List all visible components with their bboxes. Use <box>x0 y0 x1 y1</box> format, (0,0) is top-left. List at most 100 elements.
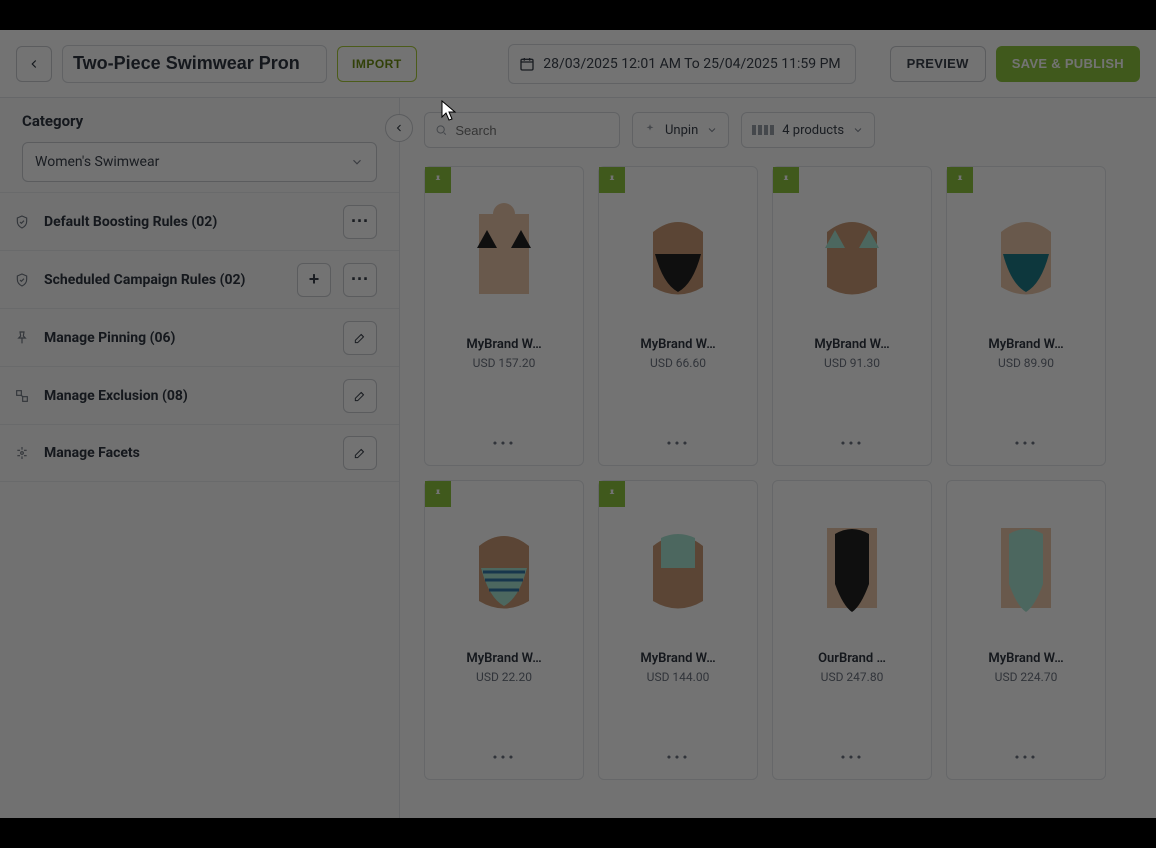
more-button[interactable]: ··· <box>343 263 377 297</box>
product-card[interactable]: MyBrand W… USD 22.20 ··· <box>424 480 584 780</box>
search-input-wrap[interactable] <box>424 112 620 148</box>
search-input[interactable] <box>455 123 609 138</box>
grid-density-icon <box>752 125 774 135</box>
unpin-dropdown[interactable]: Unpin <box>632 112 729 148</box>
product-grid: MyBrand W… USD 157.20 ··· MyBrand W… USD 66.… <box>424 166 1132 780</box>
pin-icon <box>780 174 792 186</box>
body: Category Women's Swimwear Default Boosti… <box>0 98 1156 818</box>
product-more-button[interactable]: ··· <box>599 421 757 465</box>
rule-row[interactable]: Default Boosting Rules (02) ··· <box>0 192 399 250</box>
product-price: USD 22.20 <box>425 670 583 684</box>
product-price: USD 91.30 <box>773 356 931 370</box>
product-more-button[interactable]: ··· <box>773 421 931 465</box>
header: IMPORT 28/03/2025 12:01 AM To 25/04/2025… <box>0 30 1156 98</box>
date-range-text: 28/03/2025 12:01 AM To 25/04/2025 11:59 … <box>543 56 840 72</box>
facets-icon <box>12 443 32 463</box>
pinned-badge <box>425 481 451 507</box>
product-more-button[interactable]: ··· <box>773 735 931 779</box>
product-card[interactable]: OurBrand … USD 247.80 ··· <box>772 480 932 780</box>
product-more-button[interactable]: ··· <box>599 735 757 779</box>
product-title: MyBrand W… <box>947 651 1105 666</box>
product-title: MyBrand W… <box>599 651 757 666</box>
product-price: USD 224.70 <box>947 670 1105 684</box>
shield-check-icon <box>12 212 32 232</box>
category-value: Women's Swimwear <box>35 154 159 170</box>
main-toolbar: Unpin 4 products <box>424 112 1132 148</box>
edit-button[interactable] <box>343 436 377 470</box>
density-dropdown[interactable]: 4 products <box>741 112 875 148</box>
pinned-badge <box>773 167 799 193</box>
app-frame: IMPORT 28/03/2025 12:01 AM To 25/04/2025… <box>0 30 1156 818</box>
product-image <box>947 481 1105 651</box>
category-select[interactable]: Women's Swimwear <box>22 142 377 182</box>
rule-label: Scheduled Campaign Rules (02) <box>44 272 285 288</box>
rule-row[interactable]: Manage Exclusion (08) <box>0 366 399 424</box>
chevron-left-icon <box>393 122 405 134</box>
product-price: USD 89.90 <box>947 356 1105 370</box>
pinned-badge <box>425 167 451 193</box>
exclusion-icon <box>12 386 32 406</box>
product-card[interactable]: MyBrand W… USD 157.20 ··· <box>424 166 584 466</box>
pinned-badge <box>947 167 973 193</box>
search-icon <box>435 123 447 137</box>
product-price: USD 247.80 <box>773 670 931 684</box>
product-more-button[interactable]: ··· <box>947 735 1105 779</box>
product-title: MyBrand W… <box>773 337 931 352</box>
rule-label: Manage Facets <box>44 445 331 461</box>
product-more-button[interactable]: ··· <box>425 421 583 465</box>
pin-icon <box>606 488 618 500</box>
density-label: 4 products <box>782 123 844 138</box>
category-heading: Category <box>22 112 377 130</box>
product-title: MyBrand W… <box>599 337 757 352</box>
arrow-left-icon <box>27 57 41 71</box>
chevron-down-icon <box>350 155 364 169</box>
pinned-badge <box>599 167 625 193</box>
rule-label: Manage Pinning (06) <box>44 330 331 346</box>
chevron-down-icon <box>852 124 864 136</box>
pin-icon <box>12 328 32 348</box>
add-button[interactable]: + <box>297 263 331 297</box>
product-card[interactable]: MyBrand W… USD 89.90 ··· <box>946 166 1106 466</box>
back-button[interactable] <box>16 46 52 82</box>
rule-row[interactable]: Scheduled Campaign Rules (02) + ··· <box>0 250 399 308</box>
product-card[interactable]: MyBrand W… USD 66.60 ··· <box>598 166 758 466</box>
product-more-button[interactable]: ··· <box>425 735 583 779</box>
shield-check-icon <box>12 270 32 290</box>
product-title: MyBrand W… <box>425 651 583 666</box>
category-section: Category Women's Swimwear <box>0 98 399 192</box>
product-title: MyBrand W… <box>947 337 1105 352</box>
save-publish-button[interactable]: SAVE & PUBLISH <box>996 46 1140 82</box>
sparkle-icon <box>643 123 657 137</box>
rule-row[interactable]: Manage Pinning (06) <box>0 308 399 366</box>
product-price: USD 66.60 <box>599 356 757 370</box>
product-title: OurBrand … <box>773 651 931 666</box>
pin-icon <box>432 174 444 186</box>
sidebar: Category Women's Swimwear Default Boosti… <box>0 98 400 818</box>
import-button[interactable]: IMPORT <box>337 46 417 82</box>
product-price: USD 157.20 <box>425 356 583 370</box>
edit-button[interactable] <box>343 321 377 355</box>
rule-label: Manage Exclusion (08) <box>44 388 331 404</box>
main-area: Unpin 4 products MyBrand W… USD 157.20 ···… <box>400 98 1156 818</box>
product-price: USD 144.00 <box>599 670 757 684</box>
pinned-badge <box>599 481 625 507</box>
pin-icon <box>606 174 618 186</box>
more-button[interactable]: ··· <box>343 205 377 239</box>
unpin-label: Unpin <box>665 123 698 138</box>
calendar-icon <box>519 56 535 72</box>
collapse-sidebar-button[interactable] <box>385 114 413 142</box>
product-card[interactable]: MyBrand W… USD 144.00 ··· <box>598 480 758 780</box>
product-more-button[interactable]: ··· <box>947 421 1105 465</box>
product-image <box>773 481 931 651</box>
edit-button[interactable] <box>343 379 377 413</box>
product-title: MyBrand W… <box>425 337 583 352</box>
chevron-down-icon <box>706 124 718 136</box>
date-range-picker[interactable]: 28/03/2025 12:01 AM To 25/04/2025 11:59 … <box>508 44 855 84</box>
product-card[interactable]: MyBrand W… USD 224.70 ··· <box>946 480 1106 780</box>
rule-row[interactable]: Manage Facets <box>0 424 399 482</box>
campaign-title-input[interactable] <box>62 45 327 83</box>
pin-icon <box>432 488 444 500</box>
rule-label: Default Boosting Rules (02) <box>44 214 331 230</box>
preview-button[interactable]: PREVIEW <box>890 46 986 82</box>
product-card[interactable]: MyBrand W… USD 91.30 ··· <box>772 166 932 466</box>
